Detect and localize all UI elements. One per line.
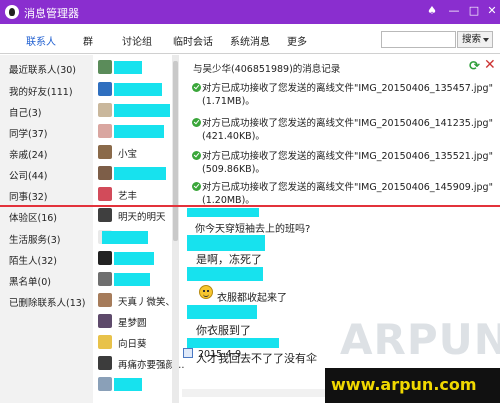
avatar — [98, 103, 112, 117]
title-bar: 消息管理器 ♠ — □ ✕ — [0, 0, 500, 24]
tab-groups[interactable]: 群 — [83, 33, 93, 48]
scrollbar-thumb[interactable] — [173, 61, 178, 241]
redaction-mark — [187, 208, 259, 217]
avatar — [98, 60, 112, 74]
chevron-down-icon — [483, 38, 489, 42]
search-button[interactable]: 搜索 — [457, 31, 493, 48]
tab-more[interactable]: 更多 — [287, 33, 307, 48]
avatar — [98, 187, 112, 201]
avatar — [98, 356, 112, 370]
avatar — [98, 272, 112, 286]
avatar — [98, 124, 112, 138]
search-input[interactable] — [381, 31, 456, 48]
watermark-url: www.arpun.com — [331, 375, 477, 394]
check-icon — [192, 118, 201, 127]
contact-scrollbar[interactable] — [172, 55, 179, 403]
avatar — [98, 335, 112, 349]
contact-name: 天真丿微笑、 — [118, 297, 176, 308]
contact-name: 明天的明天 — [118, 212, 166, 223]
nav-bar: 联系人 群 讨论组 临时会话 系统消息 更多 搜索 — [0, 24, 500, 54]
group-item[interactable]: 黑名单(0) — [9, 274, 51, 288]
tab-temp-sessions[interactable]: 临时会话 — [173, 33, 213, 48]
chat-message: 你今天穿短袖去上的班吗? — [195, 224, 311, 235]
redaction-mark — [102, 231, 148, 244]
search-button-label: 搜索 — [462, 34, 482, 45]
system-message: 对方已成功接收了您发送的离线文件"IMG_20150406_135521.jpg… — [192, 150, 497, 176]
avatar — [98, 377, 112, 391]
contact-list: 小宝 艺丰 明天的明天 天真丿微笑、 星梦圆 向日葵 再痛亦要强颜… — [93, 55, 185, 403]
avatar — [98, 208, 112, 222]
chat-message: 衣服都收起来了 — [217, 293, 287, 304]
contact-name: 艺丰 — [118, 191, 138, 202]
redaction-mark — [187, 338, 279, 348]
system-message-text: 对方已成功接收了您发送的离线文件"IMG_20150406_135521.jpg… — [202, 151, 493, 175]
group-item[interactable]: 自己(3) — [9, 105, 41, 119]
group-item[interactable]: 最近联系人(30) — [9, 62, 76, 76]
redaction-mark — [114, 61, 142, 74]
skin-icon[interactable]: ♠ — [424, 3, 440, 19]
contact-name: 星梦圆 — [118, 318, 147, 329]
group-item[interactable]: 生活服务(3) — [9, 232, 60, 246]
group-item[interactable]: 公司(44) — [9, 168, 48, 182]
calendar-icon[interactable] — [183, 348, 193, 358]
system-message-text: 对方已成功接收了您发送的离线文件"IMG_20150406_141235.jpg… — [202, 118, 493, 142]
tab-discussions[interactable]: 讨论组 — [122, 33, 152, 48]
contact-name: 向日葵 — [118, 339, 147, 350]
watermark-logo: ARPUN — [340, 315, 500, 364]
avatar — [98, 82, 112, 96]
redaction-mark — [114, 252, 154, 265]
redaction-mark — [187, 235, 265, 251]
group-item[interactable]: 亲戚(24) — [9, 147, 48, 161]
group-list: 最近联系人(30) 我的好友(111) 自己(3) 同学(37) 亲戚(24) … — [0, 55, 93, 403]
minimize-button[interactable]: — — [446, 3, 462, 19]
system-message: 对方已成功接收了您发送的离线文件"IMG_20150406_145909.jpg… — [192, 181, 497, 207]
group-item[interactable]: 我的好友(111) — [9, 84, 73, 98]
group-item[interactable]: 陌生人(32) — [9, 253, 57, 267]
redaction-mark — [114, 378, 142, 391]
group-item[interactable]: 同事(32) — [9, 189, 48, 203]
system-message: 对方已成功接收了您发送的离线文件"IMG_20150406_141235.jpg… — [192, 117, 497, 143]
avatar — [98, 145, 112, 159]
redaction-mark — [114, 83, 162, 96]
redaction-mark — [114, 167, 166, 180]
date-filter[interactable]: 2015-4-9 — [198, 349, 241, 360]
window-title: 消息管理器 — [24, 7, 79, 20]
redaction-mark — [114, 125, 164, 138]
chat-header: 与吴少华(406851989)的消息记录 — [193, 64, 341, 75]
tab-system-messages[interactable]: 系统消息 — [230, 33, 270, 48]
close-button[interactable]: ✕ — [484, 3, 500, 19]
contact-name: 小宝 — [118, 149, 138, 160]
group-item[interactable]: 已删除联系人(13) — [9, 295, 86, 309]
check-icon — [192, 151, 201, 160]
tab-contacts[interactable]: 联系人 — [26, 33, 56, 48]
chat-message: 是啊，冻死了 — [196, 253, 262, 266]
close-icon[interactable]: ✕ — [484, 57, 496, 73]
redaction-mark — [114, 273, 150, 286]
redaction-mark — [187, 305, 257, 319]
qq-penguin-icon — [5, 5, 19, 19]
group-item[interactable]: 同学(37) — [9, 126, 48, 140]
check-icon — [192, 182, 201, 191]
avatar — [98, 314, 112, 328]
chat-message: 你衣服到了 — [196, 324, 251, 337]
avatar — [98, 251, 112, 265]
redaction-mark — [187, 267, 263, 281]
maximize-button[interactable]: □ — [466, 3, 482, 19]
system-message-text: 对方已成功接收了您发送的离线文件"IMG_20150406_145909.jpg… — [202, 182, 493, 206]
avatar — [98, 293, 112, 307]
avatar — [98, 166, 112, 180]
annotation-divider-line — [0, 205, 500, 207]
smiley-emoji-icon — [199, 285, 213, 299]
refresh-icon[interactable]: ⟳ — [469, 59, 480, 74]
group-item[interactable]: 体验区(16) — [9, 210, 57, 224]
system-message: 对方已成功接收了您发送的离线文件"IMG_20150406_135457.jpg… — [192, 82, 497, 108]
system-message-text: 对方已成功接收了您发送的离线文件"IMG_20150406_135457.jpg… — [202, 83, 493, 107]
redaction-mark — [114, 104, 170, 117]
check-icon — [192, 83, 201, 92]
